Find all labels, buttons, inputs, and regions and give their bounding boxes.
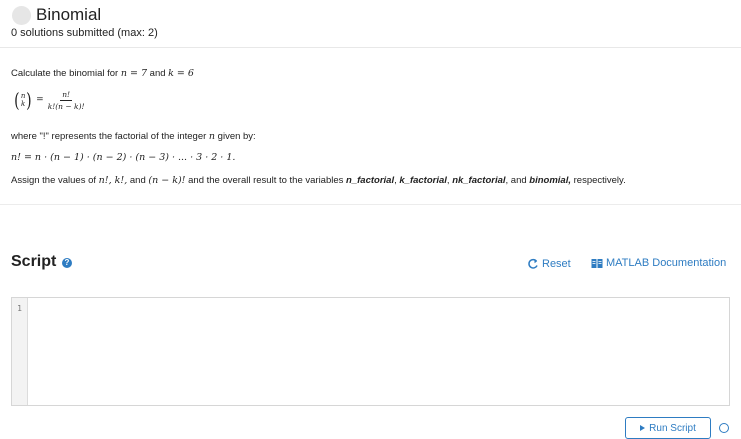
doc-label: MATLAB Documentation (606, 257, 727, 269)
run-help-icon[interactable] (719, 423, 729, 433)
reset-label: Reset (542, 258, 571, 270)
code-editor[interactable]: 1 (11, 297, 730, 406)
problem-line-1-prefix: Calculate the binomial for (11, 68, 121, 79)
formula-numerator: n! (60, 89, 73, 101)
math-n-value: n = 7 (120, 68, 148, 79)
binomial-bottom: k (20, 100, 26, 108)
formula-equals: = (36, 95, 44, 105)
script-heading: Script (11, 253, 57, 270)
assign-math-2: (n − k)! (148, 175, 186, 186)
page-title: Binomial (36, 5, 102, 24)
code-input[interactable] (29, 300, 727, 403)
variable-nk-factorial: nk_factorial (452, 175, 506, 186)
binomial-formula: ( n k ) = n! k!(n − k)! (13, 88, 85, 112)
variable-k-factorial: k_factorial (399, 175, 447, 186)
assign-prefix: Assign the values of (11, 175, 99, 186)
assign-and: and (127, 175, 149, 186)
problem-line-1-and: and (147, 68, 169, 79)
formula-fraction: n! k!(n − k)! (48, 90, 85, 111)
binomial-top: n (20, 92, 26, 100)
where-prefix: where "!" represents the factorial of th… (11, 131, 209, 142)
where-suffix: given by: (215, 131, 256, 142)
assign-mid: and the overall result to the variables (185, 175, 347, 186)
variable-n-factorial: n_factorial (346, 175, 395, 186)
assign-math-1: n!, k!, (98, 175, 128, 186)
factorial-formula: n! = n · (n − 1) · (n − 2) · (n − 3) · .… (11, 152, 235, 163)
problem-assign-line: Assign the values of n!, k!, and (n − k)… (11, 175, 626, 186)
play-icon (640, 425, 646, 431)
assign-comma-3: , and (505, 175, 530, 186)
factorial-expression: n! = n · (n − 1) · (n − 2) · (n − 3) · .… (11, 152, 236, 163)
status-circle-icon (12, 6, 31, 25)
question-circle-icon[interactable]: ? (62, 258, 72, 268)
book-icon (591, 258, 603, 268)
assign-end: respectively. (571, 175, 626, 186)
math-k-value: k = 6 (168, 68, 194, 79)
section-divider (0, 204, 741, 205)
left-paren: ( (14, 88, 20, 112)
binomial-stack: n k (21, 92, 26, 108)
formula-denominator: k!(n − k)! (47, 101, 85, 111)
matlab-documentation-link[interactable]: MATLAB Documentation (591, 257, 726, 269)
submission-count: 0 solutions submitted (max: 2) (11, 27, 158, 39)
header-divider (0, 47, 741, 48)
problem-where-line: where "!" represents the factorial of th… (11, 131, 256, 142)
binomial-coefficient: ( n k ) (13, 90, 33, 110)
line-number: 1 (17, 304, 22, 313)
problem-line-1: Calculate the binomial for n = 7 and k =… (11, 68, 194, 79)
run-script-button[interactable]: Run Script (625, 417, 711, 439)
refresh-icon (528, 258, 538, 269)
reset-button[interactable]: Reset (527, 258, 571, 270)
right-paren: ) (26, 88, 32, 112)
variable-binomial: binomial, (529, 175, 571, 186)
line-number-gutter: 1 (12, 298, 28, 405)
